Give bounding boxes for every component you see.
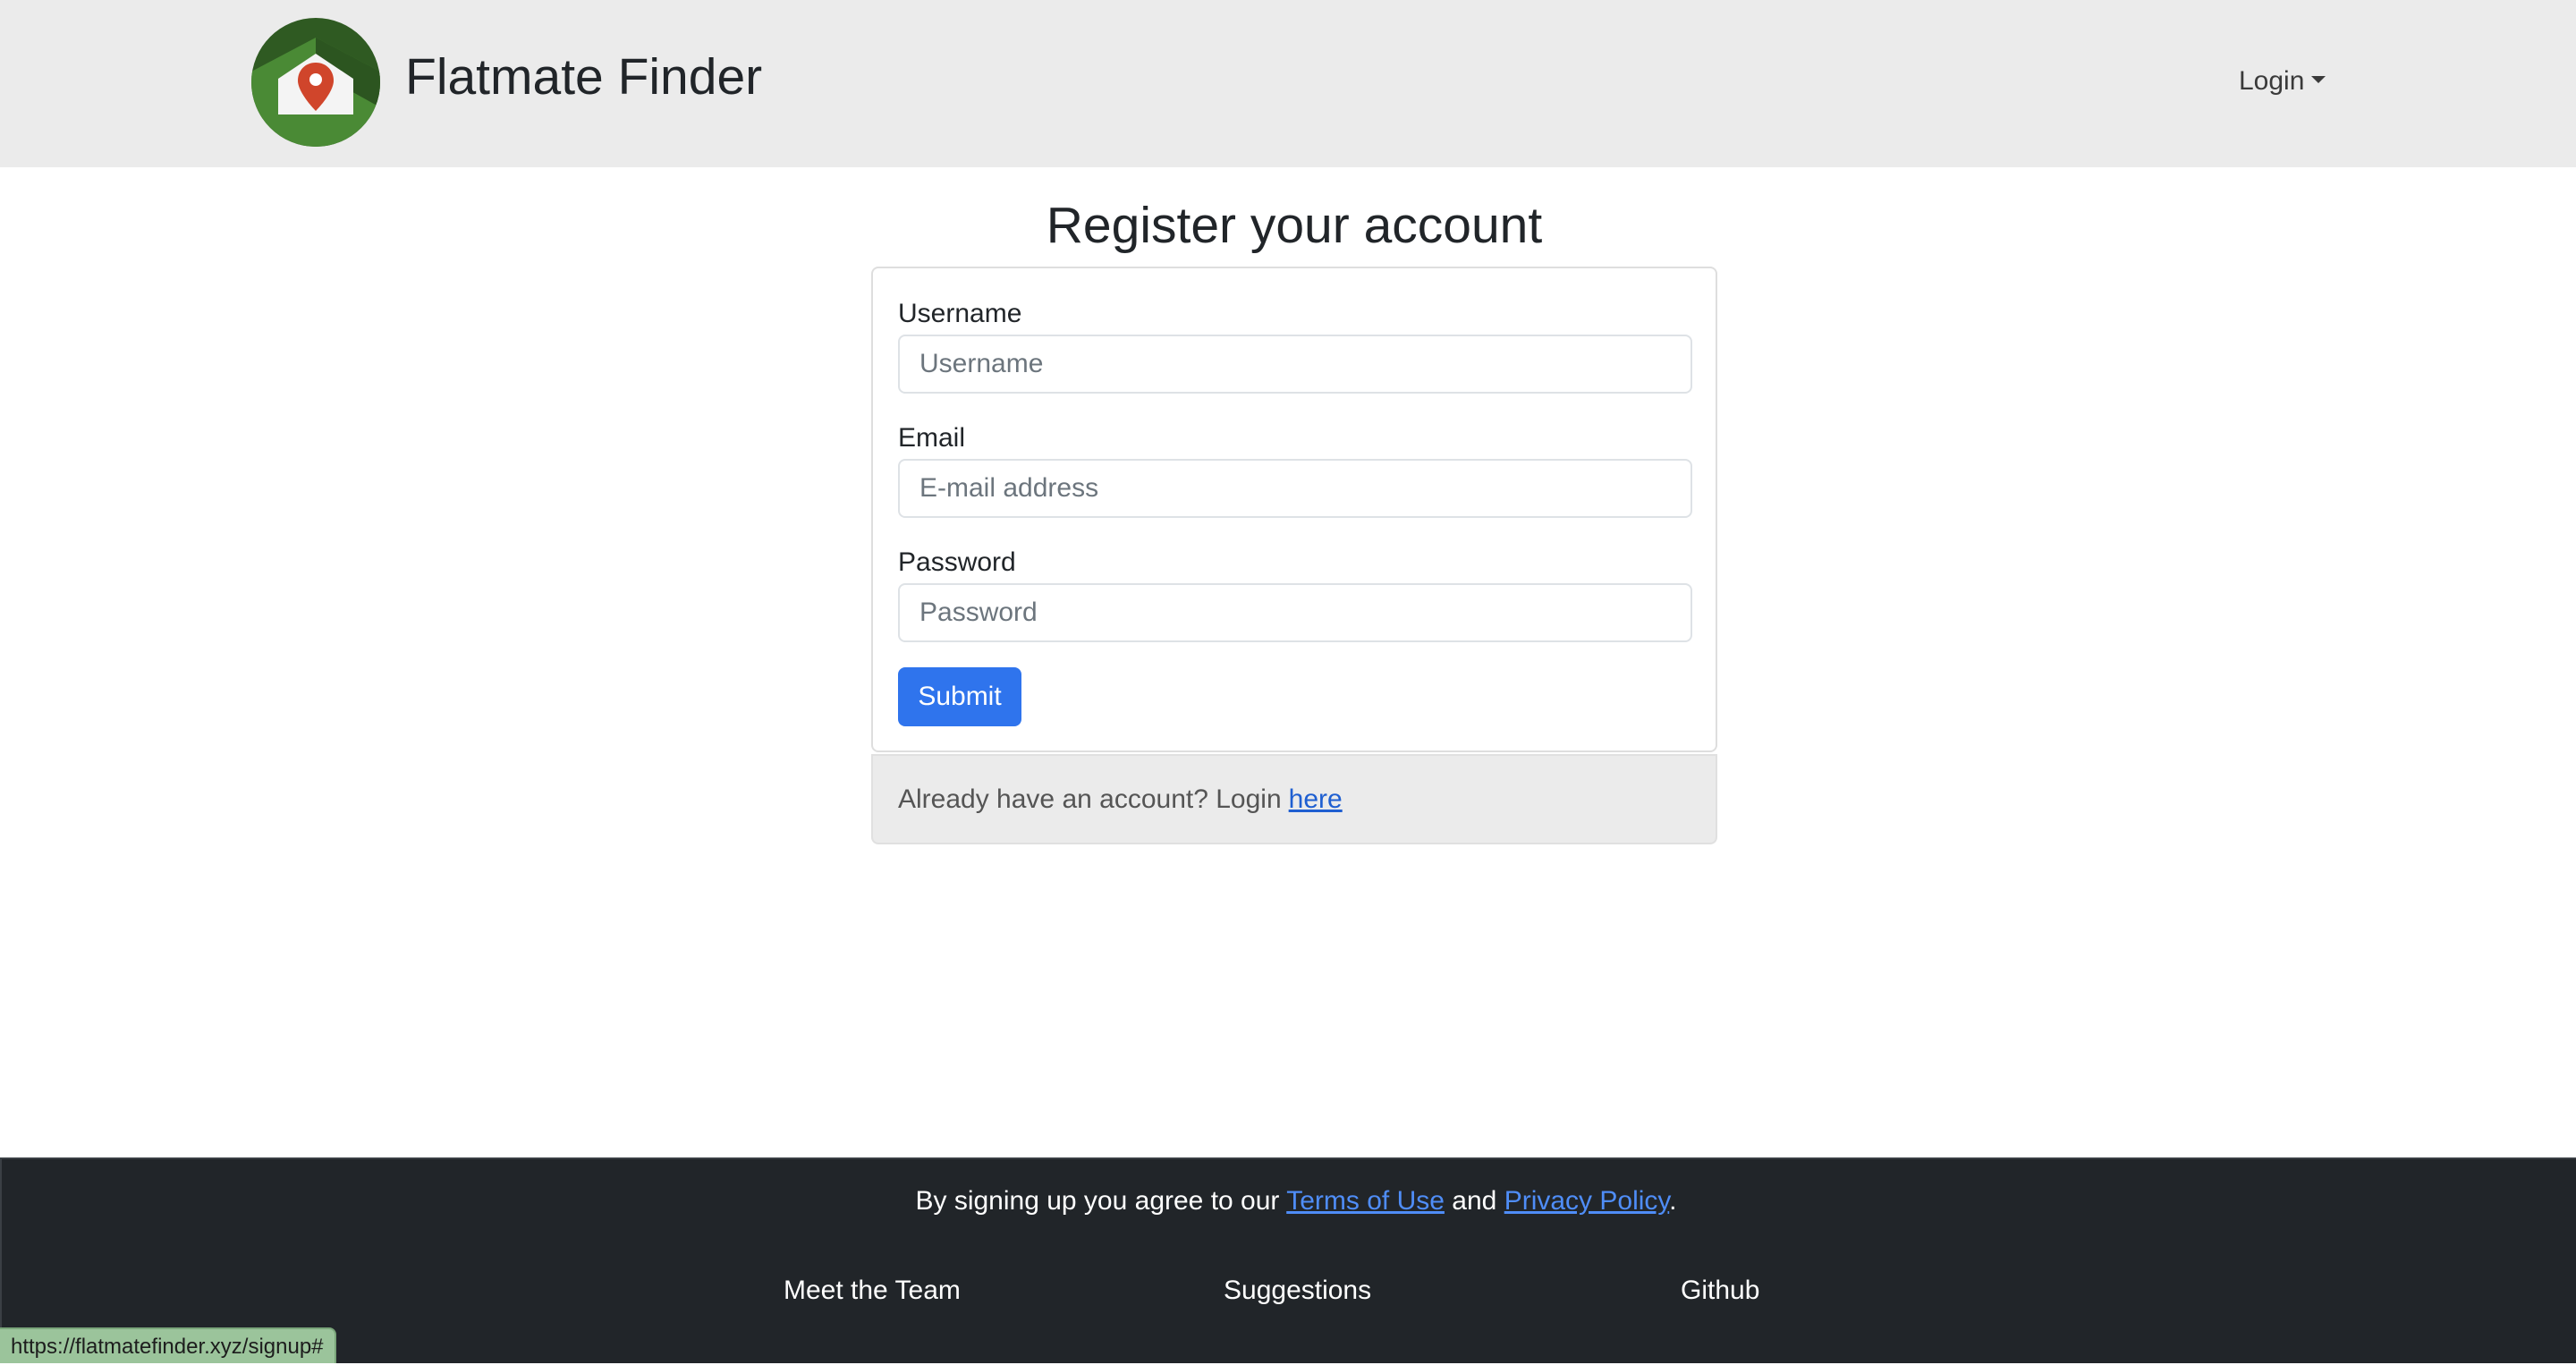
privacy-policy-link[interactable]: Privacy Policy bbox=[1504, 1186, 1669, 1216]
email-label: Email bbox=[898, 423, 966, 453]
github-link[interactable]: Github bbox=[1681, 1273, 1759, 1309]
email-input[interactable] bbox=[898, 459, 1692, 518]
period: . bbox=[1669, 1186, 1677, 1216]
navbar: Flatmate Finder Login bbox=[0, 0, 2576, 167]
page-title: Register your account bbox=[1046, 197, 1543, 254]
agree-prefix: By signing up you agree to our bbox=[915, 1186, 1280, 1216]
status-bar-url: https://flatmatefinder.xyz/signup# bbox=[0, 1327, 336, 1363]
house-location-pin-icon bbox=[251, 18, 380, 147]
password-label: Password bbox=[898, 547, 1016, 577]
login-dropdown-toggle[interactable]: Login bbox=[2239, 65, 2326, 98]
login-prompt: Already have an account? Login here bbox=[871, 754, 1717, 844]
register-card: Username Email Password Submit bbox=[871, 267, 1717, 752]
submit-button[interactable]: Submit bbox=[898, 667, 1021, 726]
brand-title[interactable]: Flatmate Finder bbox=[405, 47, 762, 107]
meet-the-team-link[interactable]: Meet the Team bbox=[784, 1273, 961, 1309]
logo-icon[interactable] bbox=[251, 18, 380, 147]
suggestions-link[interactable]: Suggestions bbox=[1224, 1273, 1371, 1309]
login-prompt-text: Already have an account? Login bbox=[898, 784, 1282, 814]
username-input[interactable] bbox=[898, 335, 1692, 394]
terms-notice: By signing up you agree to our Terms of … bbox=[2, 1183, 2576, 1219]
login-here-link[interactable]: here bbox=[1289, 784, 1343, 815]
password-input[interactable] bbox=[898, 583, 1692, 642]
username-label: Username bbox=[898, 299, 1022, 328]
page-footer: By signing up you agree to our Terms of … bbox=[0, 1157, 2576, 1363]
terms-of-use-link[interactable]: Terms of Use bbox=[1286, 1186, 1445, 1216]
caret-down-icon bbox=[2311, 76, 2326, 83]
login-label: Login bbox=[2239, 66, 2305, 96]
and-text: and bbox=[1452, 1186, 1497, 1216]
